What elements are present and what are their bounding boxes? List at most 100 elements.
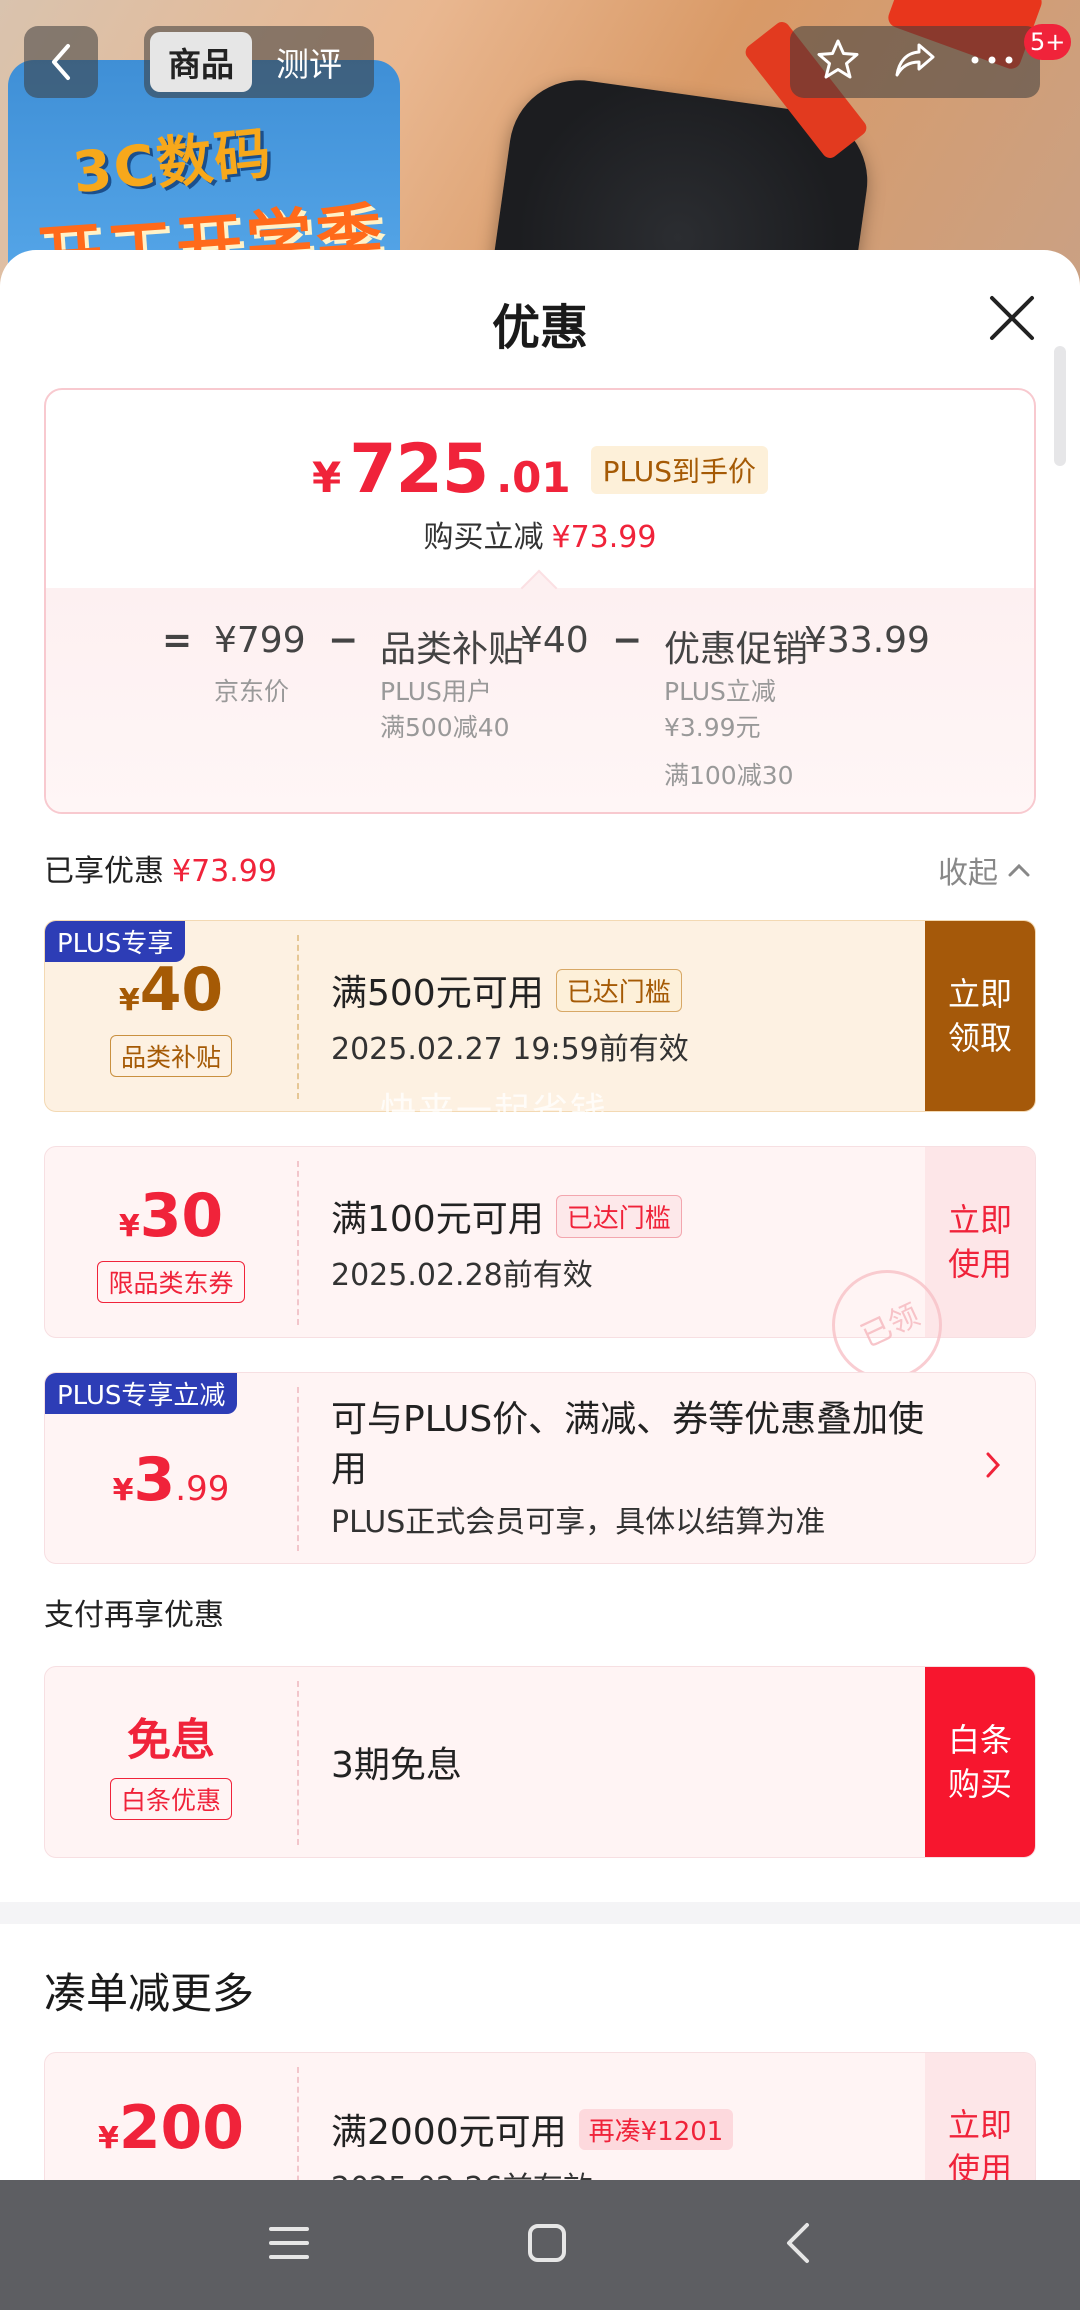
coupon-condition: 满2000元可用: [331, 2112, 567, 2153]
instant-discount-value: ¥73.99: [551, 520, 657, 555]
back-icon: [52, 44, 70, 80]
jd-price: ¥799: [214, 620, 306, 661]
final-price-dec: .01: [496, 453, 571, 502]
minus-sign: −: [328, 620, 359, 661]
coupon-divider: [297, 935, 299, 1099]
coupon-type-tag: 白条优惠: [109, 1778, 232, 1820]
minus-sign: −: [612, 620, 643, 661]
plus-price-tag: PLUS到手价: [590, 445, 768, 494]
collapse-button[interactable]: 收起: [938, 848, 1030, 892]
coupon-amount: ¥ 30: [119, 1181, 223, 1251]
close-icon: [990, 296, 1034, 340]
coupon-title: 满500元可用 已达门槛: [331, 964, 923, 1016]
back-button[interactable]: [24, 26, 98, 98]
promo-label: 优惠促销: [664, 629, 809, 670]
more-deals-heading: 凑单减更多: [44, 1969, 255, 2018]
collapse-label: 收起: [938, 856, 998, 891]
system-navbar: [0, 2180, 1080, 2310]
coupon-condition: 满100元可用: [331, 1199, 544, 1240]
instant-discount-label: 购买立减: [423, 520, 544, 555]
subsidy-note-2: 满500减40: [380, 713, 510, 742]
top-tabs: 商品 测评: [144, 26, 374, 98]
close-button[interactable]: [984, 290, 1040, 346]
use-coupon-button[interactable]: 立即 使用: [925, 1147, 1035, 1337]
claimed-stamp: 已领: [832, 1270, 942, 1380]
menu-icon[interactable]: [267, 2223, 311, 2267]
coupon-value-decimal: .99: [175, 1469, 230, 1509]
promo-note-2: ¥3.99元: [664, 713, 761, 742]
stamp-text: 已领: [855, 1297, 926, 1355]
coupon-amount: ¥ 3 .99: [113, 1445, 230, 1515]
enjoyed-discount-label: 已享优惠 ¥73.99: [44, 846, 277, 890]
coupon-type-tag: 品类补贴: [109, 1035, 232, 1077]
discount-sheet: 优惠 ¥ 725 .01 PLUS到手价 购买立减 ¥73.99 = ¥799 京…: [0, 250, 1080, 2180]
coupon-value: 3: [133, 1445, 176, 1515]
coupon-amount: ¥ 40: [119, 955, 223, 1025]
use-coupon-button[interactable]: 立即 使用: [925, 2053, 1035, 2180]
subsidy-label: 品类补贴: [380, 629, 525, 670]
pay-section-label: 支付再享优惠: [44, 1598, 224, 1633]
coupon-value: 40: [139, 955, 224, 1025]
installment-title: 3期免息: [331, 1745, 462, 1786]
coupon-condition: 满500元可用: [331, 973, 544, 1014]
promo-note-1: PLUS立减: [664, 677, 776, 706]
coupon-info: 可与PLUS价、满减、券等优惠叠加使用 PLUS正式会员可享，具体以结算为准: [331, 1373, 955, 1563]
coupon-divider: [297, 1387, 299, 1551]
interest-free-text: 免息: [127, 1715, 215, 1766]
coupon-validity: 2025.02.28前有效: [331, 1258, 593, 1293]
subsidy-value: ¥40: [520, 620, 589, 661]
coupon-type-tag: 限品类东券: [97, 1261, 245, 1303]
coupon-divider: [297, 1681, 299, 1845]
final-price-int: 725: [349, 430, 489, 509]
coupon-yen: ¥: [118, 983, 140, 1018]
coupon-status-tag: 已达门槛: [555, 1194, 682, 1238]
coupon-bundle: ¥ 200 满2000元可用 再凑¥1201 2025.02.26前有效 立即使…: [44, 2052, 1036, 2180]
section-separator: [0, 1902, 1080, 1924]
back-nav-icon[interactable]: [783, 2221, 813, 2269]
subsidy-note-1: PLUS用户: [380, 677, 492, 706]
coupon-divider: [297, 2067, 299, 2180]
tab-product[interactable]: 商品: [150, 32, 252, 92]
coupon-validity: 2025.02.26前有效: [331, 2163, 923, 2180]
enjoyed-value: ¥73.99: [172, 854, 277, 889]
coupon-status-tag: 再凑¥1201: [578, 2108, 734, 2150]
star-icon[interactable]: [815, 37, 861, 87]
promo-value: ¥33.99: [804, 620, 930, 661]
share-icon[interactable]: [891, 37, 939, 87]
baitiao-buy-button[interactable]: 白条 购买: [925, 1667, 1035, 1857]
coupon-validity: 2025.02.27 19:59前有效: [331, 1032, 689, 1067]
price-breakdown-card: ¥ 725 .01 PLUS到手价 购买立减 ¥73.99 = ¥799 京东价 …: [44, 388, 1036, 814]
coupon-baitiao: 免息 白条优惠 3期免息 白条 购买: [44, 1666, 1036, 1858]
home-icon[interactable]: [526, 2222, 568, 2268]
coupon-plus-instant[interactable]: ¥ 3 .99 可与PLUS价、满减、券等优惠叠加使用 PLUS正式会员可享，具…: [44, 1372, 1036, 1564]
scrollbar[interactable]: [1054, 346, 1066, 466]
coupon-yen: ¥: [97, 2121, 119, 2156]
coupon-value: 30: [139, 1181, 224, 1251]
more-icon[interactable]: [969, 50, 1015, 74]
promo-note-3: 满100减30: [664, 761, 794, 790]
watermark-text: 快来一起省钱: [380, 1091, 609, 1132]
coupon-amount: ¥ 200: [98, 2093, 244, 2163]
coupon-title: 满2000元可用 再凑¥1201: [331, 2103, 923, 2155]
sheet-title: 优惠: [491, 300, 588, 356]
tab-review[interactable]: 测评: [258, 32, 360, 92]
final-price-yen: ¥: [312, 453, 342, 502]
jd-price-note: 京东价: [214, 677, 290, 706]
chevron-up-icon: [1008, 863, 1030, 877]
coupon-amount-area: ¥ 200: [45, 2053, 297, 2180]
equals-sign: =: [162, 620, 193, 661]
coupon-info: 3期免息: [331, 1667, 923, 1857]
coupon-title: 满100元可用 已达门槛: [331, 1190, 923, 1242]
coupon-yen: ¥: [118, 1209, 140, 1244]
plus-instant-tag: PLUS专享立减: [45, 1373, 238, 1414]
coupon-amount-area: ¥ 30 限品类东券: [45, 1147, 297, 1337]
notification-badge: 5+: [1024, 24, 1072, 60]
top-actions: [790, 26, 1040, 98]
chevron-right-icon: [985, 1451, 1001, 1483]
final-price: ¥ 725 .01 PLUS到手价: [46, 430, 1034, 509]
coupon-info: 满2000元可用 再凑¥1201 2025.02.26前有效: [331, 2053, 923, 2180]
coupon-note: PLUS正式会员可享，具体以结算为准: [331, 1505, 826, 1540]
coupon-yen: ¥: [112, 1473, 134, 1508]
coupon-amount-area: 免息 白条优惠: [45, 1667, 297, 1857]
claim-coupon-button[interactable]: 立即 领取: [925, 921, 1035, 1111]
